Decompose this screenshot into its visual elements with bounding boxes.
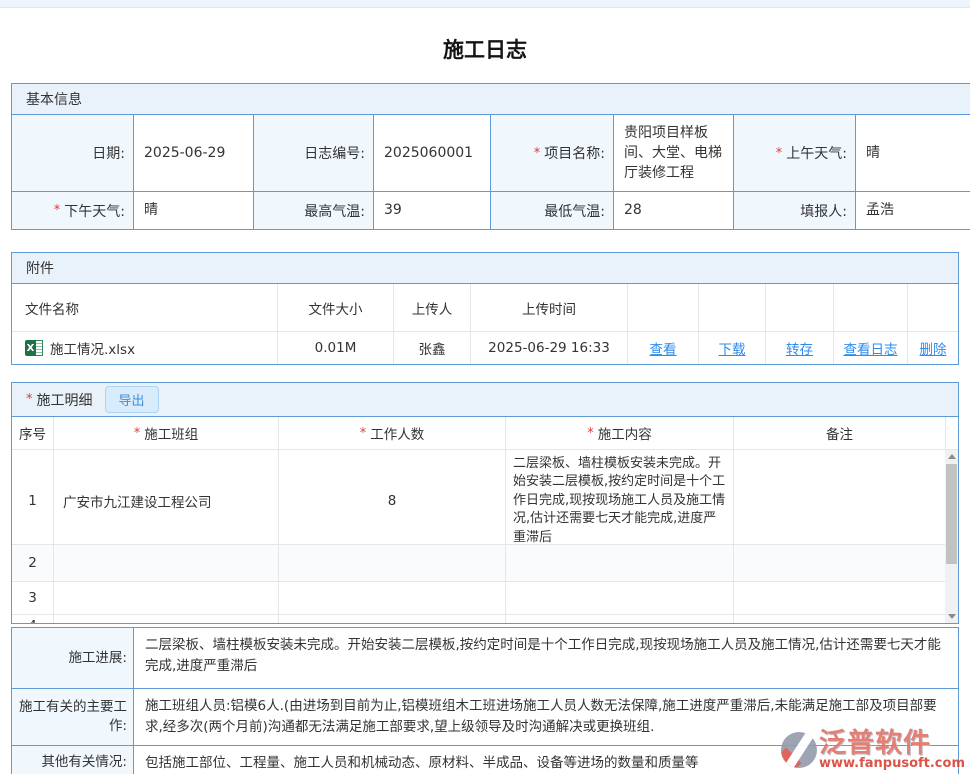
- vendor-watermark: 泛普软件 www.fanpusoft.com: [781, 730, 965, 771]
- view-link[interactable]: 查看: [650, 338, 677, 358]
- morning-weather-value: 晴: [855, 115, 970, 191]
- basic-info-grid: 日期: 2025-06-29 日志编号: 2025060001 *项目名称: 贵…: [12, 115, 970, 229]
- download-link[interactable]: 下载: [719, 338, 746, 358]
- attachments-table: 文件名称 文件大小 上传人 上传时间 X 施工情况.xlsx 0.01M 张鑫 …: [12, 284, 958, 364]
- table-row: 4: [12, 615, 945, 623]
- row3-seq: 3: [12, 582, 53, 614]
- construction-detail-section: * 施工明细 导出 序号 *施工班组 *工作人数 *施工内容 备注 1 广安市九…: [11, 382, 959, 624]
- row3-team: [53, 582, 278, 614]
- attachment-file-name: 施工情况.xlsx: [50, 338, 135, 358]
- row3-remark: [733, 582, 945, 614]
- attachment-file-size: 0.01M: [277, 331, 393, 364]
- col-content: *施工内容: [505, 417, 733, 449]
- attachments-header: 附件: [12, 253, 958, 284]
- detail-table-body: 1 广安市九江建设工程公司 8 二层梁板、墙柱模板安装未完成。开始安装二层模板,…: [12, 450, 958, 623]
- attachments-section: 附件 文件名称 文件大小 上传人 上传时间 X 施工情况.xlsx 0.01M …: [11, 252, 959, 365]
- row3-content: [505, 582, 733, 614]
- construction-detail-header: * 施工明细 导出: [12, 383, 958, 417]
- export-button[interactable]: 导出: [105, 386, 159, 413]
- col-team: *施工班组: [53, 417, 278, 449]
- row1-team: 广安市九江建设工程公司: [53, 450, 278, 552]
- required-asterisk: *: [54, 203, 61, 218]
- fanpu-logo-icon: [781, 732, 817, 768]
- row2-team: [53, 545, 278, 581]
- col-file-name: 文件名称: [12, 284, 277, 331]
- row2-seq: 2: [12, 545, 53, 581]
- log-number-label: 日志编号:: [253, 115, 373, 191]
- afternoon-weather-label: *下午天气:: [12, 191, 133, 229]
- max-temp-value: 39: [373, 191, 490, 229]
- col-remark: 备注: [733, 417, 945, 449]
- attachment-file-cell: X 施工情况.xlsx: [12, 331, 277, 364]
- row1-seq: 1: [12, 450, 53, 552]
- attachment-uploader: 张鑫: [393, 331, 470, 364]
- min-temp-label: 最低气温:: [490, 191, 613, 229]
- page-title: 施工日志: [0, 34, 970, 64]
- row1-content: 二层梁板、墙柱模板安装未完成。开始安装二层模板,按约定时间是十个工作日完成,现按…: [505, 450, 733, 552]
- row3-workers: [278, 582, 505, 614]
- transfer-link[interactable]: 转存: [786, 338, 813, 358]
- col-file-size: 文件大小: [277, 284, 393, 331]
- col-action-5: [907, 284, 958, 331]
- view-log-link[interactable]: 查看日志: [844, 338, 898, 358]
- basic-info-section: 基本信息 日期: 2025-06-29 日志编号: 2025060001 *项目…: [11, 83, 970, 230]
- reporter-value: 孟浩: [855, 191, 970, 229]
- required-asterisk: *: [776, 146, 783, 161]
- progress-label: 施工进展:: [12, 628, 133, 688]
- afternoon-weather-value: 晴: [133, 191, 253, 229]
- col-action-4: [833, 284, 907, 331]
- col-upload-time: 上传时间: [470, 284, 627, 331]
- row2-workers: [278, 545, 505, 581]
- scrollbar-thumb[interactable]: [946, 464, 957, 564]
- row2-content: [505, 545, 733, 581]
- col-scrollbar-spacer: [945, 417, 958, 449]
- row2-remark: [733, 545, 945, 581]
- table-row: 2: [12, 545, 945, 582]
- detail-column-header: 序号 *施工班组 *工作人数 *施工内容 备注: [12, 417, 958, 450]
- reporter-label: 填报人:: [733, 191, 855, 229]
- table-row: 3: [12, 582, 945, 615]
- col-action-3: [765, 284, 833, 331]
- required-asterisk: *: [587, 426, 594, 441]
- col-seq: 序号: [12, 417, 53, 449]
- row1-remark: [733, 450, 945, 552]
- row4-team: [53, 615, 278, 623]
- row4-remark: [733, 615, 945, 623]
- row4-workers: [278, 615, 505, 623]
- row4-seq: 4: [12, 615, 53, 623]
- excel-icon: X: [25, 340, 43, 356]
- col-uploader: 上传人: [393, 284, 470, 331]
- morning-weather-label: *上午天气:: [733, 115, 855, 191]
- brand-url: www.fanpusoft.com: [819, 757, 965, 771]
- row4-content: [505, 615, 733, 623]
- col-action-2: [698, 284, 765, 331]
- top-strip: [0, 0, 970, 8]
- scroll-up-icon[interactable]: [945, 450, 958, 463]
- required-asterisk: *: [134, 426, 141, 441]
- table-row: 1 广安市九江建设工程公司 8 二层梁板、墙柱模板安装未完成。开始安装二层模板,…: [12, 450, 945, 545]
- attachment-upload-time: 2025-06-29 16:33: [470, 331, 627, 364]
- vertical-scrollbar[interactable]: [945, 450, 958, 623]
- progress-value: 二层梁板、墙柱模板安装未完成。开始安装二层模板,按约定时间是十个工作日完成,现按…: [133, 628, 958, 688]
- max-temp-label: 最高气温:: [253, 191, 373, 229]
- row1-workers: 8: [278, 450, 505, 552]
- project-name-label: *项目名称:: [490, 115, 613, 191]
- project-name-value: 贵阳项目样板间、大堂、电梯厅装修工程: [613, 115, 733, 191]
- brand-name: 泛普软件: [819, 730, 931, 757]
- scroll-down-icon[interactable]: [945, 610, 958, 623]
- required-asterisk: *: [360, 426, 367, 441]
- delete-link[interactable]: 删除: [920, 338, 947, 358]
- basic-info-header: 基本信息: [12, 84, 970, 115]
- col-workers: *工作人数: [278, 417, 505, 449]
- date-label: 日期:: [12, 115, 133, 191]
- log-number-value: 2025060001: [373, 115, 490, 191]
- col-action-1: [627, 284, 698, 331]
- required-asterisk: *: [26, 392, 33, 407]
- min-temp-value: 28: [613, 191, 733, 229]
- other-info-label: 其他有关情况:: [12, 745, 133, 774]
- date-value: 2025-06-29: [133, 115, 253, 191]
- main-work-label: 施工有关的主要工作:: [12, 688, 133, 745]
- required-asterisk: *: [534, 146, 541, 161]
- construction-detail-title: 施工明细: [37, 390, 93, 410]
